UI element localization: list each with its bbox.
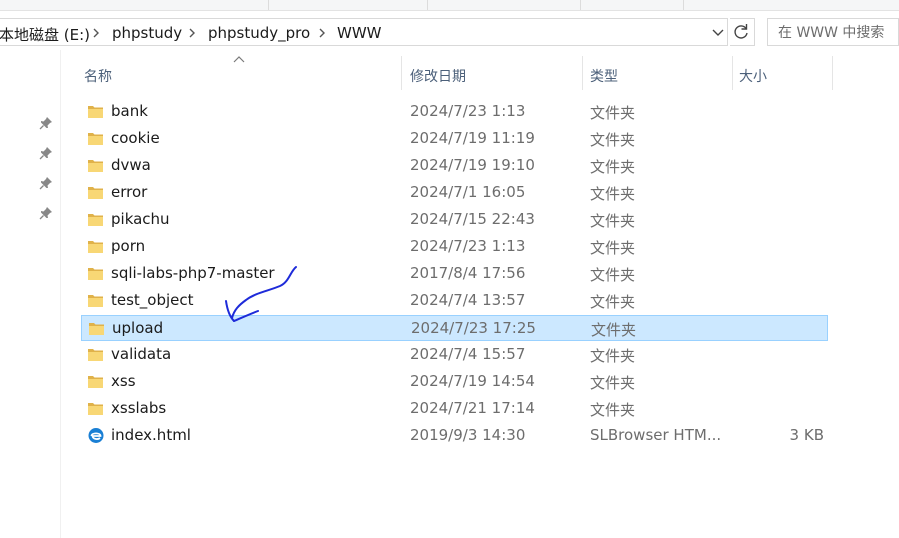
file-row[interactable]: xss 2024/7/19 14:54 文件夹 <box>81 369 828 395</box>
search-box[interactable] <box>767 18 899 46</box>
folder-icon <box>89 323 104 335</box>
file-name: validata <box>111 345 172 363</box>
file-date: 2024/7/23 1:13 <box>410 237 526 255</box>
folder-icon <box>88 349 103 361</box>
chevron-right-icon[interactable] <box>91 27 101 39</box>
file-name: cookie <box>111 129 160 147</box>
file-row[interactable]: dvwa 2024/7/19 19:10 文件夹 <box>81 153 828 179</box>
breadcrumb-phpstudy-pro[interactable]: phpstudy_pro <box>208 24 310 42</box>
file-name: upload <box>112 319 164 337</box>
column-header-size[interactable]: 大小 <box>733 56 832 90</box>
search-input[interactable] <box>776 20 899 46</box>
file-type: 文件夹 <box>590 374 636 392</box>
ribbon-divider <box>683 0 684 10</box>
folder-icon <box>88 187 103 199</box>
file-date: 2024/7/4 15:57 <box>410 345 526 363</box>
ribbon-divider <box>427 0 428 10</box>
file-row[interactable]: test_object 2024/7/4 13:57 文件夹 <box>81 288 828 314</box>
pin-icon[interactable] <box>39 176 53 190</box>
file-row[interactable]: bank 2024/7/23 1:13 文件夹 <box>81 99 828 125</box>
breadcrumb-drive[interactable]: 本地磁盘 (E:) <box>0 24 90 45</box>
file-date: 2024/7/1 16:05 <box>410 183 526 201</box>
file-name: sqli-labs-php7-master <box>111 264 275 282</box>
column-header-name-label: 名称 <box>84 69 112 85</box>
file-name: xss <box>111 372 136 390</box>
folder-icon <box>88 160 103 172</box>
folder-icon <box>88 268 103 280</box>
file-type: 文件夹 <box>590 401 636 419</box>
ribbon-divider <box>268 0 269 10</box>
file-row[interactable]: validata 2024/7/4 15:57 文件夹 <box>81 342 828 368</box>
ribbon-strip <box>0 0 899 11</box>
file-type: 文件夹 <box>590 185 636 203</box>
column-header-date-label: 修改日期 <box>410 69 466 85</box>
folder-icon <box>88 376 103 388</box>
address-bar-row: 本地磁盘 (E:) phpstudy phpstudy_pro WWW <box>0 18 899 48</box>
file-row[interactable]: upload 2024/7/23 17:25 文件夹 <box>81 315 828 341</box>
chevron-down-icon[interactable] <box>711 25 725 39</box>
file-date: 2024/7/19 19:10 <box>410 156 535 174</box>
file-type: SLBrowser HTM... <box>590 426 722 444</box>
file-date: 2024/7/23 17:25 <box>411 319 536 337</box>
file-date: 2024/7/4 13:57 <box>410 291 526 309</box>
folder-icon <box>88 106 103 118</box>
column-divider[interactable] <box>832 56 833 90</box>
file-size: 3 KB <box>789 426 824 444</box>
file-type: 文件夹 <box>591 321 637 339</box>
column-header-size-label: 大小 <box>739 69 767 85</box>
file-row[interactable]: sqli-labs-php7-master 2017/8/4 17:56 文件夹 <box>81 261 828 287</box>
address-bar[interactable]: 本地磁盘 (E:) phpstudy phpstudy_pro WWW <box>0 18 728 46</box>
file-row[interactable]: index.html 2019/9/3 14:30 SLBrowser HTM...… <box>81 423 828 449</box>
file-name: xsslabs <box>111 399 167 417</box>
breadcrumb-www[interactable]: WWW <box>337 24 382 42</box>
file-name: dvwa <box>111 156 151 174</box>
ribbon-divider <box>580 0 581 10</box>
folder-icon <box>88 295 103 307</box>
file-type: 文件夹 <box>590 347 636 365</box>
file-name: error <box>111 183 148 201</box>
file-type: 文件夹 <box>590 131 636 149</box>
file-date: 2024/7/15 22:43 <box>410 210 535 228</box>
chevron-right-icon[interactable] <box>317 27 327 39</box>
column-header-date[interactable]: 修改日期 <box>402 56 582 90</box>
pin-icon[interactable] <box>39 146 53 160</box>
file-date: 2024/7/19 14:54 <box>410 372 535 390</box>
file-type: 文件夹 <box>590 104 636 122</box>
file-date: 2017/8/4 17:56 <box>410 264 526 282</box>
file-row[interactable]: porn 2024/7/23 1:13 文件夹 <box>81 234 828 260</box>
file-date: 2024/7/23 1:13 <box>410 102 526 120</box>
file-name: index.html <box>111 426 191 444</box>
file-type: 文件夹 <box>590 239 636 257</box>
file-type: 文件夹 <box>590 293 636 311</box>
folder-icon <box>88 133 103 145</box>
column-header-type[interactable]: 类型 <box>583 56 732 90</box>
folder-icon <box>88 214 103 226</box>
file-type: 文件夹 <box>590 212 636 230</box>
folder-icon <box>88 403 103 415</box>
file-name: pikachu <box>111 210 170 228</box>
breadcrumb-phpstudy[interactable]: phpstudy <box>112 24 182 42</box>
file-name: porn <box>111 237 146 255</box>
file-row[interactable]: error 2024/7/1 16:05 文件夹 <box>81 180 828 206</box>
refresh-button[interactable] <box>730 18 755 46</box>
file-type: 文件夹 <box>590 158 636 176</box>
file-name: bank <box>111 102 148 120</box>
browser-html-icon <box>88 428 104 443</box>
pin-icon[interactable] <box>39 116 53 130</box>
file-name: test_object <box>111 291 194 309</box>
folder-icon <box>88 241 103 253</box>
file-row[interactable]: pikachu 2024/7/15 22:43 文件夹 <box>81 207 828 233</box>
file-type: 文件夹 <box>590 266 636 284</box>
chevron-right-icon[interactable] <box>187 27 197 39</box>
column-header-name[interactable]: 名称 <box>81 56 401 90</box>
file-row[interactable]: xsslabs 2024/7/21 17:14 文件夹 <box>81 396 828 422</box>
file-date: 2024/7/21 17:14 <box>410 399 535 417</box>
column-header-type-label: 类型 <box>590 69 618 85</box>
file-date: 2024/7/19 11:19 <box>410 129 535 147</box>
navigation-pane[interactable] <box>0 50 61 538</box>
pin-icon[interactable] <box>39 206 53 220</box>
refresh-icon <box>734 24 748 39</box>
file-date: 2019/9/3 14:30 <box>410 426 526 444</box>
file-row[interactable]: cookie 2024/7/19 11:19 文件夹 <box>81 126 828 152</box>
